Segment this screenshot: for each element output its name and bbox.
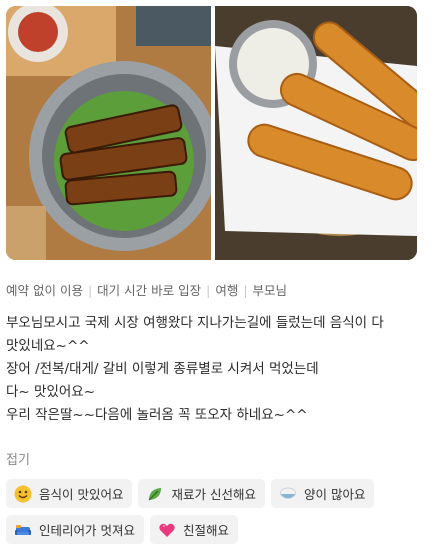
sofa-icon: [13, 520, 33, 540]
review-line: 부오님모시고 국제 시장 여행왔다 지나가는길에 들렀는데 음식이 다: [6, 315, 384, 331]
smiley-icon: [13, 484, 33, 504]
visit-tags: 예약 없이 이용 | 대기 시간 바로 입장 | 여행 | 부모님: [6, 280, 287, 299]
keyword-row: 인테리어가 멋져요 친절해요: [6, 515, 436, 544]
review-photo-fried-shrimp[interactable]: [215, 6, 417, 260]
fold-button[interactable]: 접기: [6, 449, 30, 468]
keyword-row: 음식이 맛있어요 재료가 신선해요 양이 많아요: [6, 479, 436, 508]
rice-bowl-icon: [278, 484, 298, 504]
tag-item: 예약 없이 이용: [6, 283, 83, 298]
review-line: 맛있네요~^^: [6, 338, 90, 354]
heart-icon: [157, 520, 177, 540]
tag-item: 부모님: [252, 283, 288, 298]
review-photo-eel-rice[interactable]: [6, 6, 211, 260]
tag-separator: |: [87, 283, 93, 298]
keyword-chip-portion: 양이 많아요: [270, 479, 375, 508]
tag-item: 여행: [215, 283, 239, 298]
review-text: 부오님모시고 국제 시장 여행왔다 지나가는길에 들렀는데 음식이 다 맛있네요…: [6, 312, 436, 427]
keyword-chips: 음식이 맛있어요 재료가 신선해요 양이 많아요 인테리어가 멋져요 친절해요: [6, 479, 436, 551]
tag-separator: |: [206, 283, 211, 298]
keyword-label: 친절해요: [182, 523, 229, 538]
keyword-label: 재료가 신선해요: [171, 487, 256, 502]
keyword-label: 양이 많아요: [303, 487, 366, 502]
review-line: 장어 /전복/대게/ 갈비 이렇게 종류별로 시켜서 먹었는데: [6, 361, 319, 377]
tag-separator: |: [243, 283, 248, 298]
keyword-label: 인테리어가 멋져요: [39, 523, 135, 538]
leaf-icon: [145, 484, 165, 504]
keyword-chip-interior: 인테리어가 멋져요: [6, 515, 144, 544]
tag-item: 대기 시간 바로 입장: [97, 283, 202, 298]
review-photos: [6, 6, 417, 260]
review-line: 우리 작은딸~~다음에 놀러옴 꼭 또오자 하네요~^^: [6, 407, 308, 423]
keyword-chip-fresh: 재료가 신선해요: [138, 479, 265, 508]
review-line: 다~ 맛있어요~: [6, 384, 96, 400]
keyword-chip-kind: 친절해요: [149, 515, 238, 544]
keyword-chip-tasty: 음식이 맛있어요: [6, 479, 133, 508]
keyword-label: 음식이 맛있어요: [39, 487, 124, 502]
